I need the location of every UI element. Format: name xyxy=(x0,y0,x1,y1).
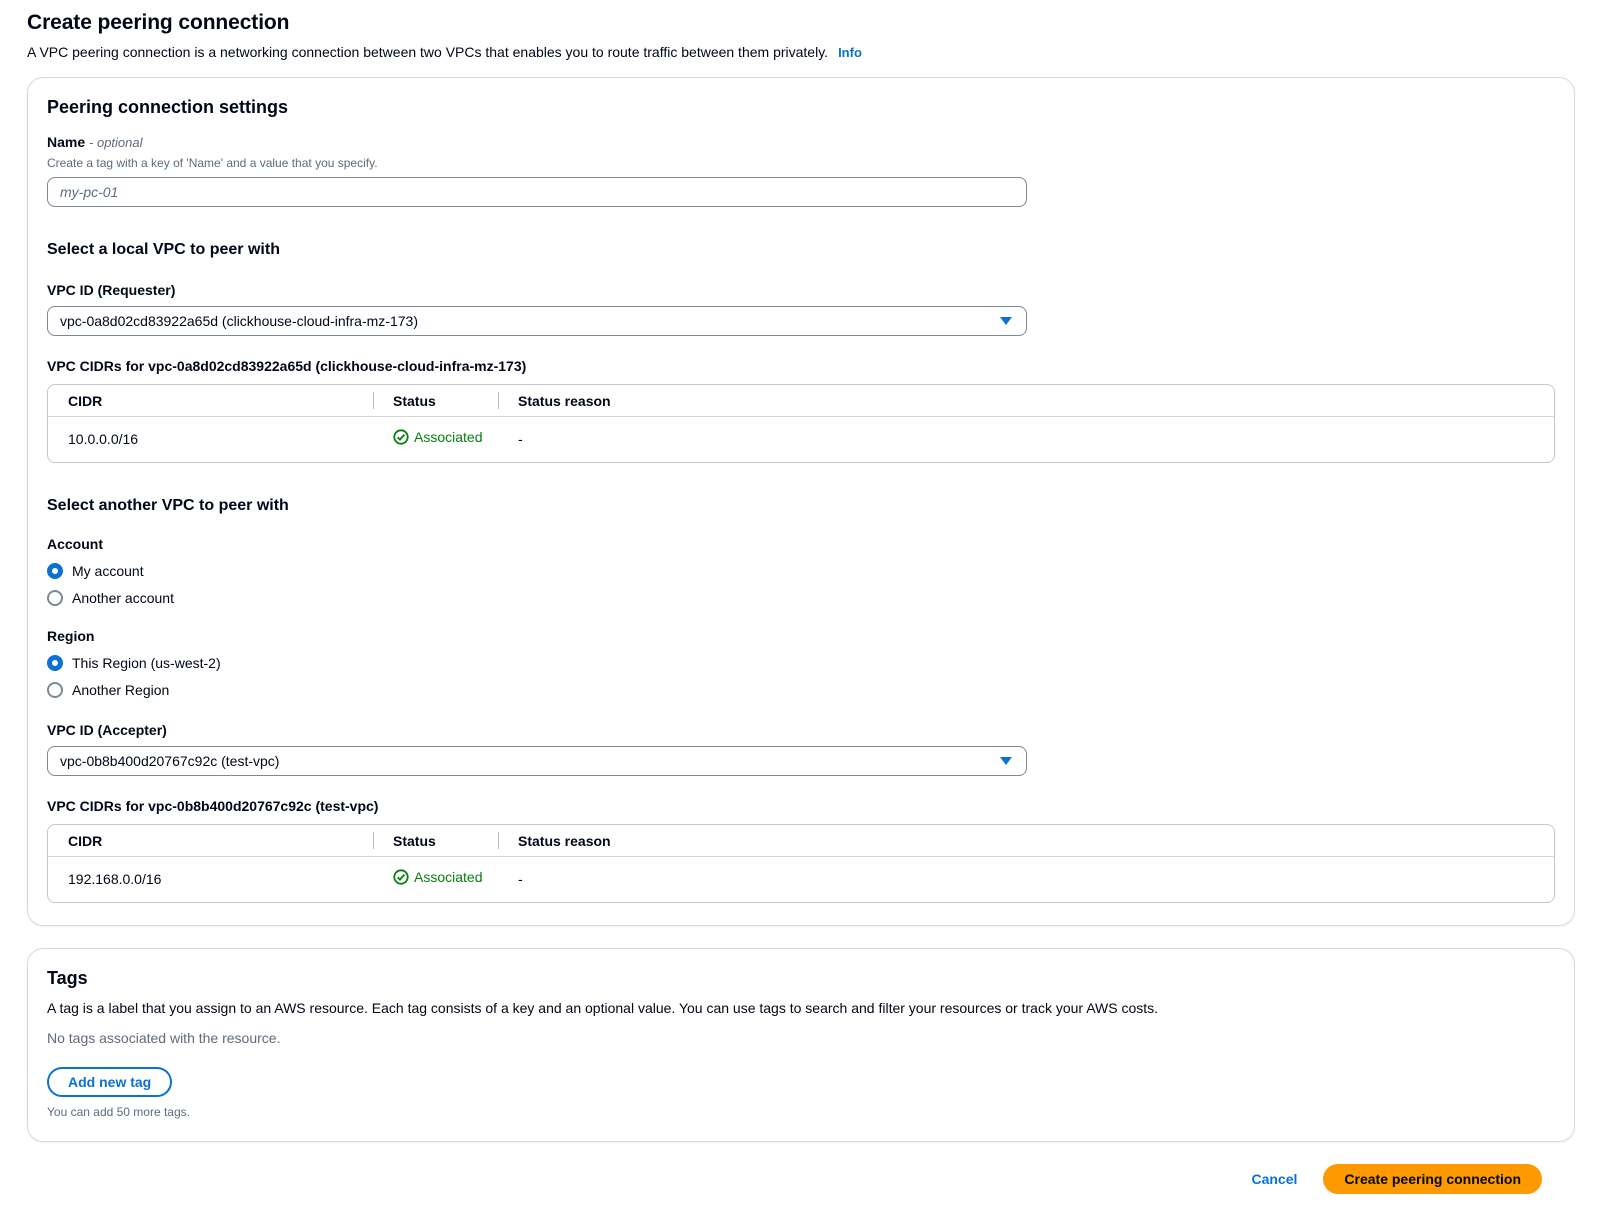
requester-cidr-table: CIDR Status Status reason 10.0.0.0/16 xyxy=(47,384,1555,463)
account-label: Account xyxy=(47,534,1555,554)
cidr-value: 192.168.0.0/16 xyxy=(48,857,373,903)
name-input[interactable] xyxy=(47,177,1027,207)
radio-selected-icon xyxy=(47,655,63,671)
caret-down-icon xyxy=(1000,757,1012,765)
status-reason-value: - xyxy=(498,417,1554,463)
create-peering-connection-button[interactable]: Create peering connection xyxy=(1323,1164,1542,1194)
radio-label: My account xyxy=(72,561,144,581)
column-header-status-reason: Status reason xyxy=(498,825,1554,857)
tags-empty-text: No tags associated with the resource. xyxy=(47,1030,1555,1046)
vpc-requester-select[interactable]: vpc-0a8d02cd83922a65d (clickhouse-cloud-… xyxy=(47,306,1027,336)
table-header-row: CIDR Status Status reason xyxy=(48,385,1554,417)
add-new-tag-button[interactable]: Add new tag xyxy=(47,1067,172,1097)
column-header-cidr: CIDR xyxy=(48,385,373,417)
table-header-row: CIDR Status Status reason xyxy=(48,825,1554,857)
vpc-requester-select-value: vpc-0a8d02cd83922a65d (clickhouse-cloud-… xyxy=(60,313,418,329)
status-reason-value: - xyxy=(498,857,1554,903)
status-badge: Associated xyxy=(393,869,482,885)
caret-down-icon xyxy=(1000,317,1012,325)
status-text: Associated xyxy=(414,429,482,445)
account-radio-group: My account Another account xyxy=(47,561,1555,608)
name-field-label: Name - optional xyxy=(47,132,1555,153)
radio-label: Another account xyxy=(72,588,174,608)
status-badge: Associated xyxy=(393,429,482,445)
page-description-text: A VPC peering connection is a networking… xyxy=(27,44,828,60)
requester-cidrs-label: VPC CIDRs for vpc-0a8d02cd83922a65d (cli… xyxy=(47,356,1555,376)
vpc-requester-label: VPC ID (Requester) xyxy=(47,280,1555,300)
create-peering-connection-page: Create peering connection A VPC peering … xyxy=(0,0,1600,1218)
radio-my-account[interactable]: My account xyxy=(47,561,144,581)
radio-label: This Region (us-west-2) xyxy=(72,653,221,673)
column-header-status: Status xyxy=(373,825,498,857)
column-header-status-reason: Status reason xyxy=(498,385,1554,417)
tags-description: A tag is a label that you assign to an A… xyxy=(47,999,1555,1017)
accepter-cidr-table: CIDR Status Status reason 192.168.0.0/16 xyxy=(47,824,1555,903)
region-radio-group: This Region (us-west-2) Another Region xyxy=(47,653,1555,700)
region-label: Region xyxy=(47,626,1555,646)
local-vpc-section-heading: Select a local VPC to peer with xyxy=(47,240,1555,260)
radio-another-region[interactable]: Another Region xyxy=(47,680,169,700)
info-link[interactable]: Info xyxy=(838,45,862,60)
page-description: A VPC peering connection is a networking… xyxy=(27,43,1575,62)
status-text: Associated xyxy=(414,869,482,885)
cidr-value: 10.0.0.0/16 xyxy=(48,417,373,463)
name-optional-label: - optional xyxy=(89,135,142,150)
table-row: 10.0.0.0/16 Associated - xyxy=(48,417,1554,463)
peering-connection-settings-card: Peering connection settings Name - optio… xyxy=(27,77,1575,926)
radio-unselected-icon xyxy=(47,590,63,606)
check-circle-icon xyxy=(393,869,409,885)
radio-selected-icon xyxy=(47,563,63,579)
vpc-accepter-select[interactable]: vpc-0b8b400d20767c92c (test-vpc) xyxy=(47,746,1027,776)
column-header-status: Status xyxy=(373,385,498,417)
name-label: Name xyxy=(47,134,85,150)
another-vpc-section-heading: Select another VPC to peer with xyxy=(47,496,1555,516)
table-row: 192.168.0.0/16 Associated - xyxy=(48,857,1554,903)
tags-card-title: Tags xyxy=(47,966,1555,990)
page-title: Create peering connection xyxy=(27,10,1575,36)
radio-unselected-icon xyxy=(47,682,63,698)
vpc-accepter-select-value: vpc-0b8b400d20767c92c (test-vpc) xyxy=(60,753,279,769)
cancel-button[interactable]: Cancel xyxy=(1251,1171,1297,1187)
radio-another-account[interactable]: Another account xyxy=(47,588,174,608)
accepter-cidrs-label: VPC CIDRs for vpc-0b8b400d20767c92c (tes… xyxy=(47,796,1555,816)
tags-limit-text: You can add 50 more tags. xyxy=(47,1105,1555,1119)
settings-card-title: Peering connection settings xyxy=(47,95,1555,119)
check-circle-icon xyxy=(393,429,409,445)
column-header-cidr: CIDR xyxy=(48,825,373,857)
radio-this-region[interactable]: This Region (us-west-2) xyxy=(47,653,221,673)
form-actions: Cancel Create peering connection xyxy=(27,1164,1575,1194)
tags-card: Tags A tag is a label that you assign to… xyxy=(27,948,1575,1142)
radio-label: Another Region xyxy=(72,680,169,700)
vpc-accepter-label: VPC ID (Accepter) xyxy=(47,720,1555,740)
name-help-text: Create a tag with a key of 'Name' and a … xyxy=(47,155,1555,171)
